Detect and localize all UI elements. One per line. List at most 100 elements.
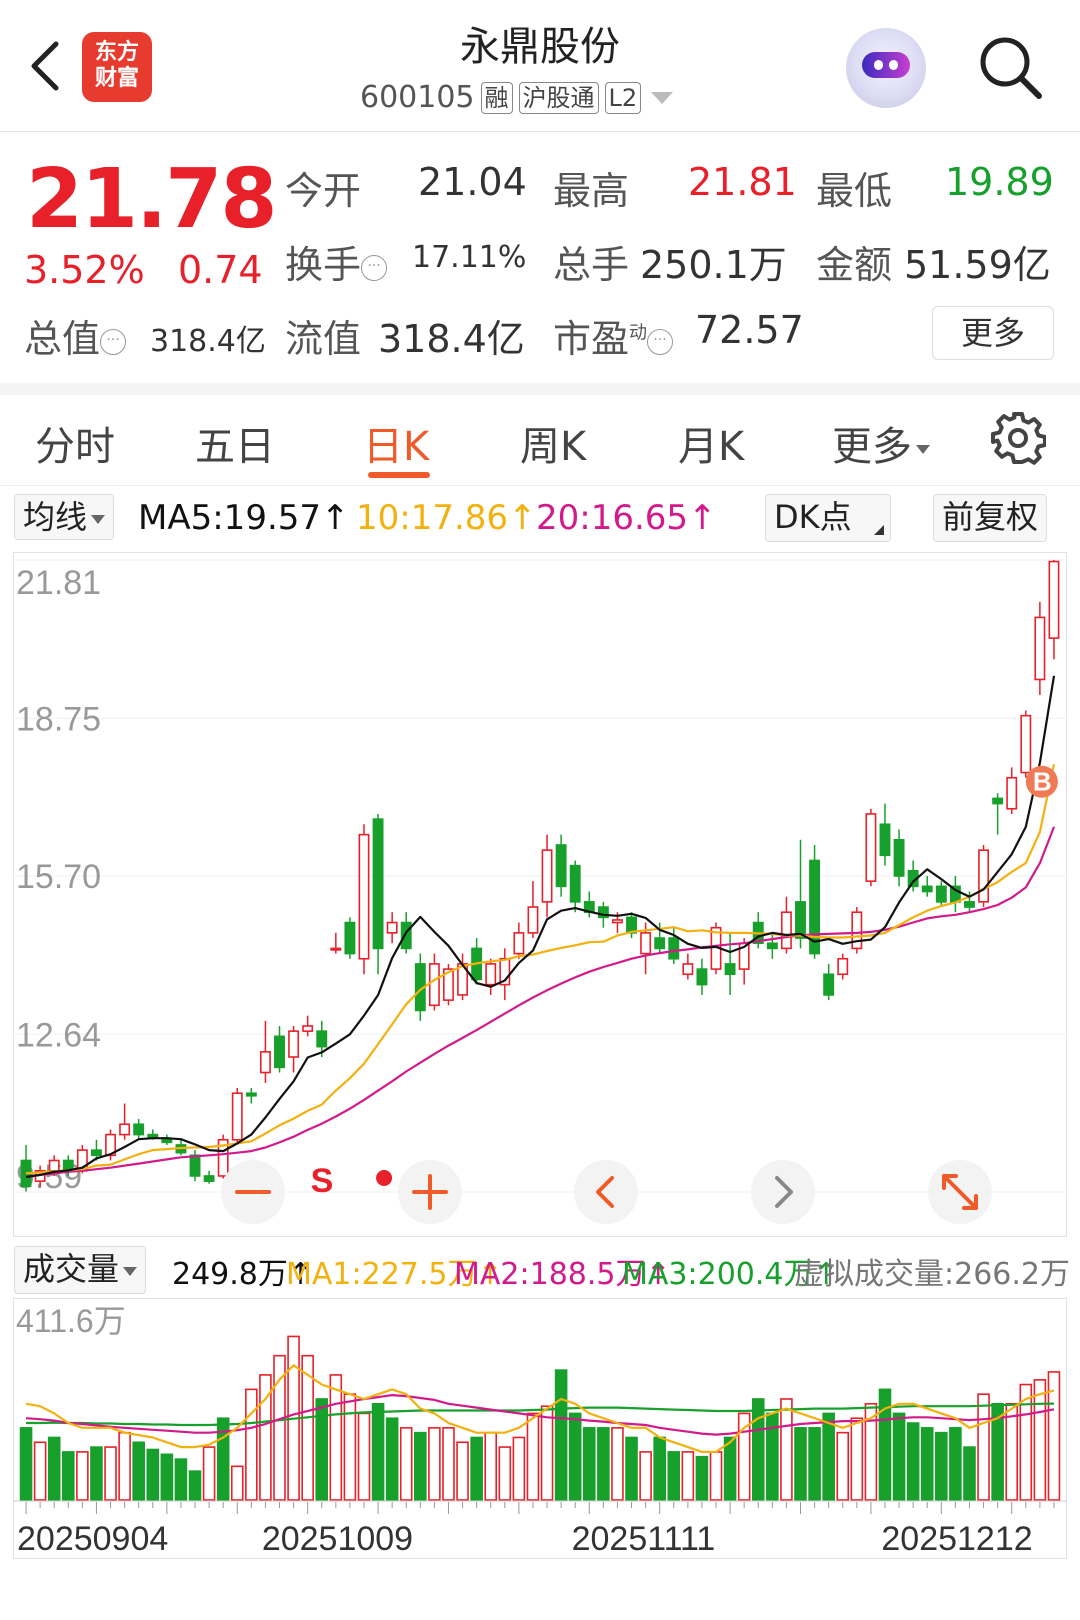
volume-bar (963, 1446, 976, 1501)
tab-more[interactable]: 更多 (832, 414, 930, 472)
active-tab-indicator (368, 472, 430, 478)
robot-assistant-icon (862, 52, 910, 78)
volume-bar (540, 1405, 554, 1501)
candle (964, 901, 975, 908)
logo-text-line1: 东方 (94, 40, 139, 65)
volume-bar (808, 1427, 821, 1501)
dk-point-label: DK点 (774, 498, 852, 536)
x-date-label: 20251212 (881, 1520, 1032, 1558)
candle (147, 1133, 159, 1138)
caret-down-icon (91, 514, 106, 524)
caret-down-icon (916, 444, 930, 454)
high-value: 21.81 (688, 160, 797, 204)
indicator-dropdown[interactable]: 均线 (14, 494, 115, 540)
turnover-label[interactable]: 换手 ··· (285, 234, 388, 289)
chart-settings-button[interactable] (990, 410, 1047, 466)
tab-intraday[interactable]: 分时 (35, 414, 115, 472)
adjust-dropdown[interactable]: 前复权 (933, 494, 1048, 542)
caret-down-icon[interactable] (651, 91, 674, 104)
mktcap-label[interactable]: 总值 ··· (24, 308, 127, 363)
candle (274, 1035, 285, 1069)
ma20-value: 20:16.65 (536, 498, 689, 538)
volume-bar (230, 1465, 244, 1501)
candle (161, 1138, 173, 1144)
volume-bar (695, 1455, 709, 1501)
kline-chart[interactable]: 21.8118.7515.7012.649.59 SB (13, 552, 1067, 1237)
tag-margin: 融 (480, 81, 513, 114)
mktcap-label-text: 总值 (24, 317, 101, 361)
y-tick-label: 15.70 (16, 858, 101, 896)
candle (865, 813, 877, 882)
pe-label[interactable]: 市盈动 ··· (553, 308, 674, 363)
ma10-value: 10:17.86 (356, 498, 509, 538)
candle (879, 823, 891, 857)
info-icon[interactable]: ··· (647, 328, 674, 355)
ma5-readout: MA5:19.57↑ (138, 498, 350, 538)
candle (189, 1154, 201, 1177)
y-tick-label: 21.81 (16, 564, 101, 602)
volume-bar (442, 1427, 455, 1501)
signal-dot (376, 1170, 393, 1186)
candle (48, 1159, 60, 1172)
virtual-volume-readout: 虚拟成交量:266.2万 (794, 1257, 1070, 1292)
volume-bar (597, 1427, 610, 1501)
next-button[interactable] (751, 1160, 815, 1224)
candle (837, 957, 849, 976)
turnover-value: 17.11% (412, 240, 527, 275)
chevron-left-icon (596, 1176, 614, 1208)
pe-label-text: 市盈 (553, 317, 630, 361)
stock-name: 永鼎股份 (460, 24, 620, 70)
fullscreen-button[interactable] (928, 1160, 992, 1224)
info-icon[interactable]: ··· (361, 254, 388, 281)
volume-bar (104, 1446, 117, 1501)
candle (288, 1030, 300, 1058)
tab-five-day[interactable]: 五日 (195, 414, 275, 472)
candle (302, 1025, 314, 1032)
volume-bar (554, 1369, 568, 1501)
volume-bar (188, 1470, 202, 1501)
tab-weekly-k[interactable]: 周K (520, 414, 586, 472)
candle (1048, 560, 1060, 639)
caret-down-icon (123, 1266, 138, 1276)
dk-point-dropdown[interactable]: DK点 (765, 494, 891, 542)
volume-bar (385, 1417, 399, 1501)
zoom-in-button[interactable] (398, 1160, 462, 1224)
back-button[interactable] (22, 36, 70, 96)
tab-daily-k[interactable]: 日K (363, 414, 429, 472)
candle (569, 864, 581, 903)
volume-bar (76, 1451, 89, 1501)
volume-bar (709, 1451, 723, 1501)
volume-y-tick: 411.6万 (16, 1303, 126, 1339)
volume-chart[interactable]: 411.6万 20250904 20251009 20251111 20251212 (13, 1298, 1067, 1620)
amount-label: 金额 (816, 243, 893, 287)
volume-bar (371, 1402, 385, 1501)
volume-bar (357, 1412, 371, 1501)
more-quote-button[interactable]: 更多 (932, 306, 1054, 360)
volume-bar (498, 1446, 512, 1501)
volume-bar (794, 1427, 807, 1501)
search-icon (980, 37, 1042, 99)
candle (90, 1149, 102, 1157)
candle (668, 937, 680, 960)
volume-indicator-dropdown[interactable]: 成交量 (14, 1246, 147, 1294)
volume-bar (568, 1412, 582, 1501)
tab-monthly-k[interactable]: 月K (678, 414, 744, 472)
volume-bar (118, 1431, 131, 1501)
volume-bar (653, 1436, 666, 1501)
stock-subtitle[interactable]: 600105 融 沪股通 L2 (360, 80, 674, 115)
volume-bar (428, 1427, 441, 1501)
candle (316, 1030, 328, 1048)
x-date-label: 20251009 (262, 1520, 413, 1558)
low-label: 最低 (816, 169, 893, 213)
volume-bar (949, 1427, 962, 1501)
kline-chart-frame (13, 552, 1067, 1237)
volume-bar (132, 1441, 145, 1501)
prev-button[interactable] (574, 1160, 638, 1224)
robot-assistant-button[interactable] (846, 28, 926, 108)
candle (682, 963, 694, 976)
candle (119, 1123, 131, 1136)
info-icon[interactable]: ··· (100, 328, 127, 355)
change-percent: 3.52% (24, 248, 145, 292)
zoom-out-button[interactable] (221, 1160, 285, 1224)
search-button[interactable] (975, 32, 1045, 102)
